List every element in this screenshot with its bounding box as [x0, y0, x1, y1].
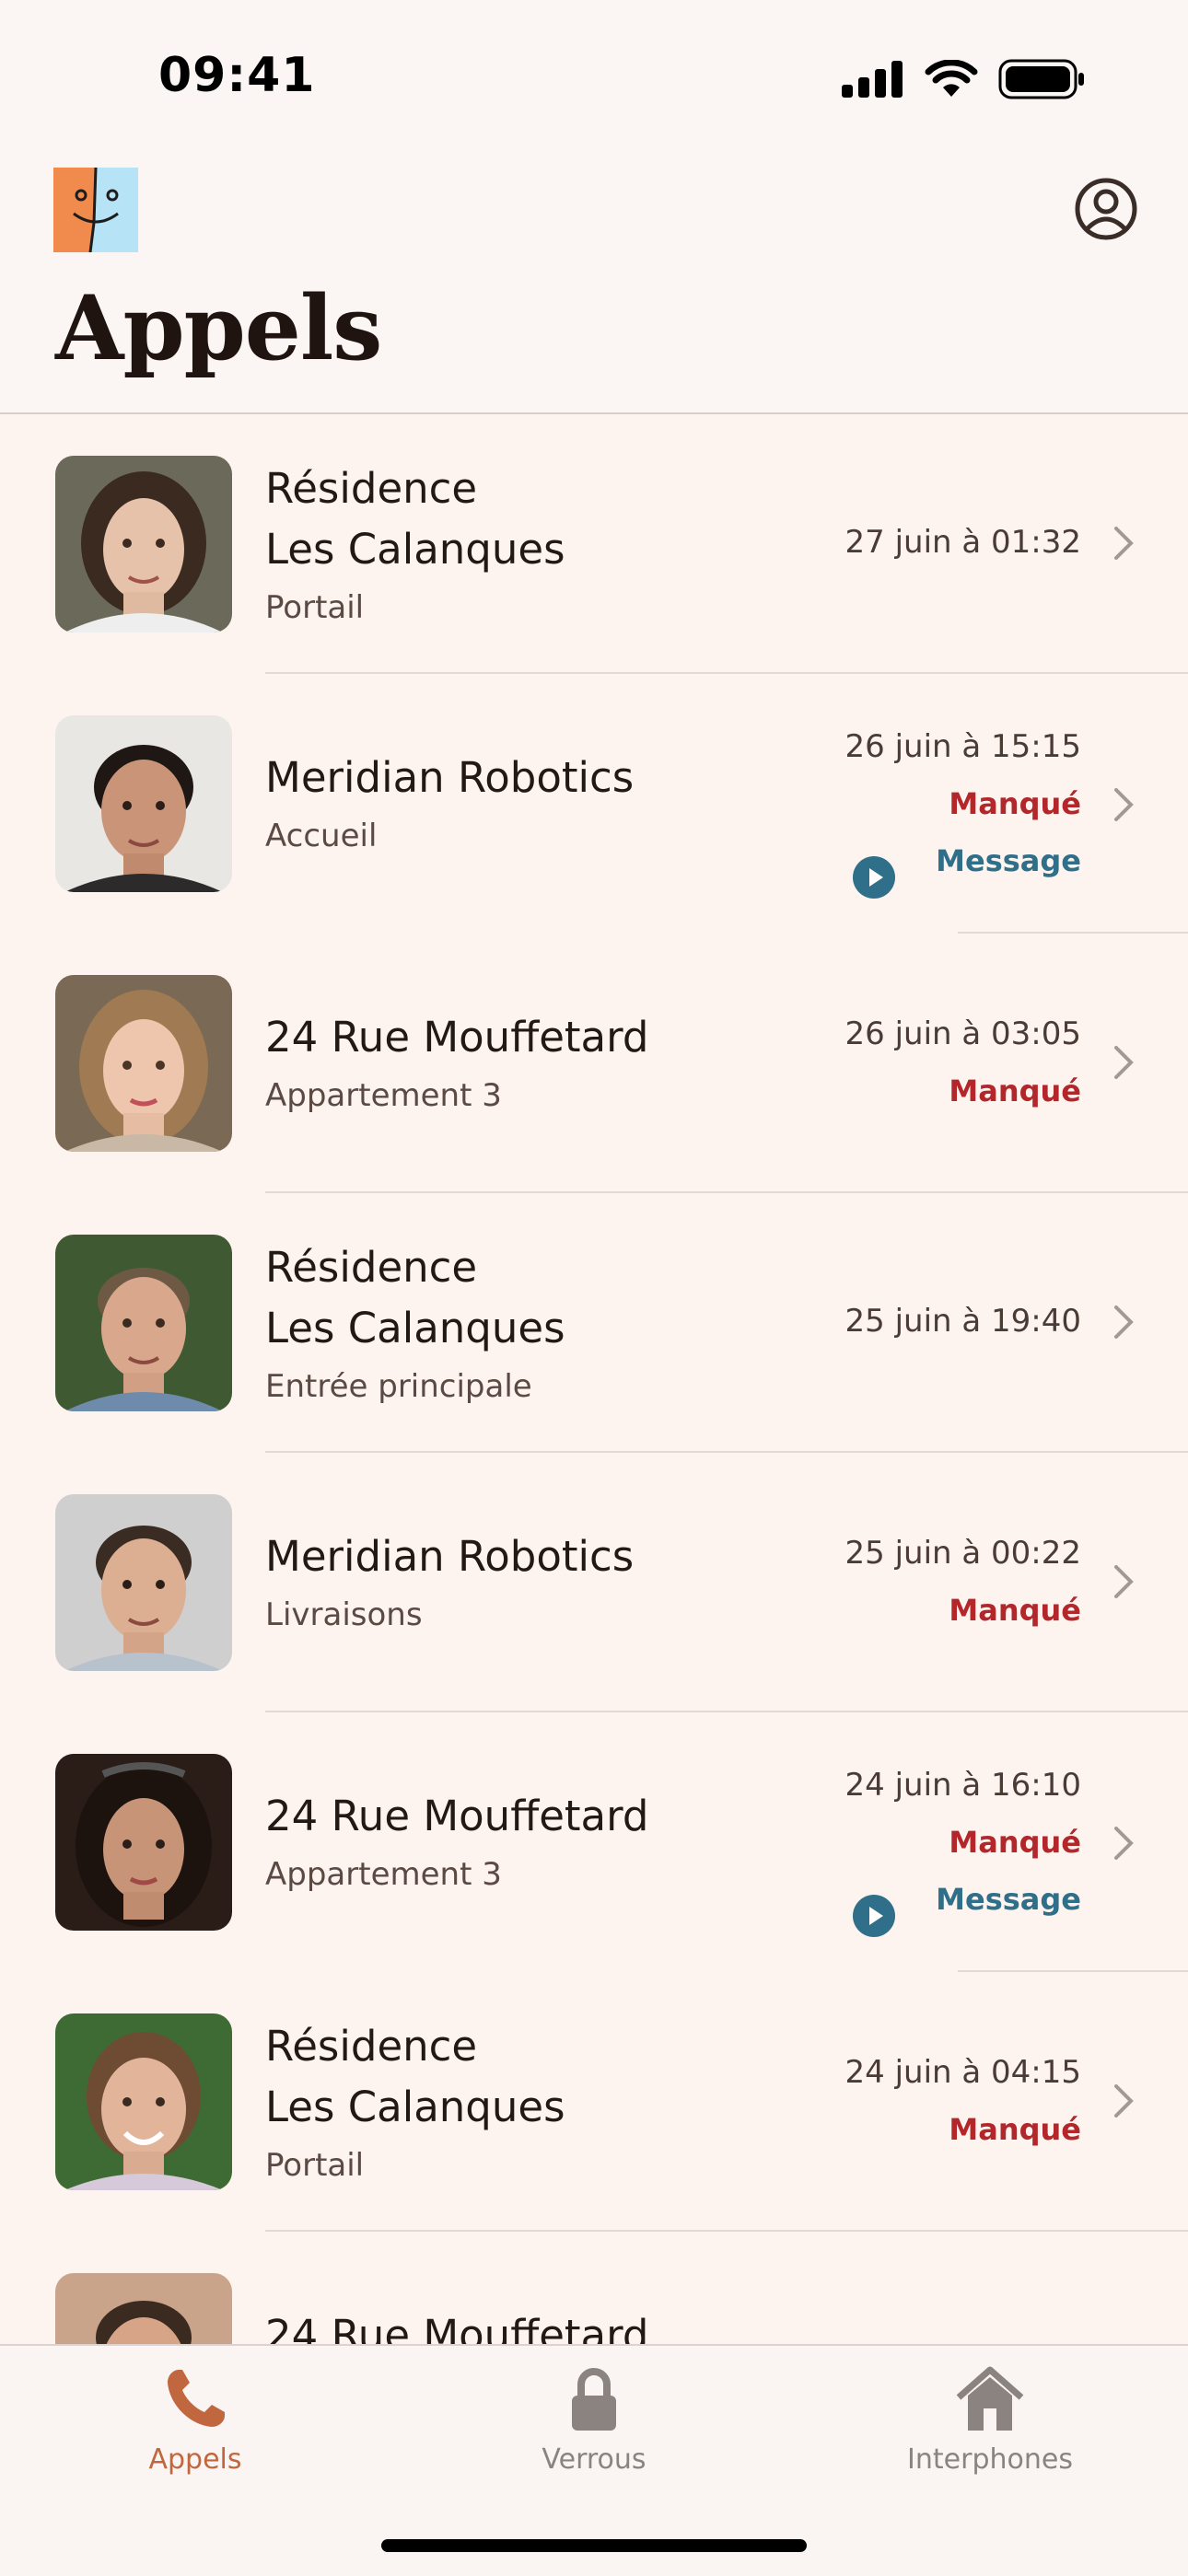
- avatar: [55, 1494, 232, 1671]
- call-row[interactable]: 24 Rue Mouffetard: [0, 2232, 1188, 2344]
- tab-label: Appels: [148, 2443, 242, 2476]
- app-logo-icon: [53, 168, 138, 252]
- tab-label: Verrous: [542, 2443, 646, 2476]
- call-date: 24 juin à 16:10: [844, 1767, 1082, 1804]
- tab-verrous[interactable]: Verrous: [456, 2362, 732, 2476]
- call-date: 27 juin à 01:32: [844, 524, 1082, 561]
- chevron-right-icon: [1114, 788, 1134, 821]
- play-message-icon[interactable]: [853, 856, 895, 899]
- call-name: Meridian Robotics: [265, 1532, 635, 1581]
- call-date: 26 juin à 03:05: [844, 1015, 1082, 1052]
- avatar: [55, 715, 232, 892]
- status-icons: [842, 59, 1085, 99]
- home-indicator: [381, 2539, 807, 2552]
- missed-status: Manqué: [949, 1825, 1081, 1860]
- cellular-signal-icon: [842, 61, 903, 98]
- status-bar: 09:41: [0, 0, 1188, 157]
- call-row[interactable]: Meridian Robotics Livraisons 25 juin à 0…: [0, 1453, 1188, 1712]
- play-message-icon[interactable]: [853, 1895, 895, 1937]
- call-row[interactable]: Résidence Les Calanques Entrée principal…: [0, 1193, 1188, 1453]
- call-name: Résidence: [265, 2022, 478, 2071]
- lock-icon: [572, 2368, 616, 2431]
- avatar: [55, 2273, 232, 2344]
- call-row[interactable]: 24 Rue Mouffetard Appartement 3 24 juin …: [0, 1712, 1188, 1972]
- tab-appels[interactable]: Appels: [57, 2362, 333, 2476]
- call-row[interactable]: 24 Rue Mouffetard Appartement 3 26 juin …: [0, 934, 1188, 1193]
- header: Appels: [0, 157, 1188, 414]
- chevron-right-icon: [1114, 2084, 1134, 2118]
- missed-status: Manqué: [949, 2112, 1081, 2147]
- phone-icon: [168, 2370, 225, 2427]
- call-name: 24 Rue Mouffetard: [265, 2311, 649, 2344]
- avatar: [55, 1754, 232, 1931]
- avatar: [55, 1235, 232, 1411]
- call-name: Meridian Robotics: [265, 753, 635, 802]
- status-time: 09:41: [158, 48, 316, 103]
- call-name-line2: Les Calanques: [265, 525, 565, 574]
- call-name-line2: Les Calanques: [265, 1304, 565, 1352]
- missed-status: Manqué: [949, 1593, 1081, 1628]
- tab-label: Interphones: [907, 2443, 1073, 2476]
- missed-status: Manqué: [949, 1073, 1081, 1108]
- call-date: 26 juin à 15:15: [844, 728, 1082, 765]
- call-name: Résidence: [265, 464, 478, 513]
- call-location: Livraisons: [265, 1596, 423, 1633]
- call-location: Appartement 3: [265, 1856, 502, 1893]
- call-location: Appartement 3: [265, 1077, 502, 1114]
- account-icon[interactable]: [1074, 177, 1138, 241]
- call-date: 24 juin à 04:15: [844, 2054, 1082, 2091]
- missed-status: Manqué: [949, 786, 1081, 821]
- tab-interphones[interactable]: Interphones: [852, 2362, 1128, 2476]
- chevron-right-icon: [1114, 1046, 1134, 1079]
- call-name: 24 Rue Mouffetard: [265, 1013, 649, 1062]
- call-location: Entrée principale: [265, 1368, 532, 1405]
- call-row[interactable]: Résidence Les Calanques Portail 27 juin …: [0, 414, 1188, 674]
- battery-icon: [998, 59, 1084, 99]
- call-location: Accueil: [265, 818, 378, 854]
- call-name-line2: Les Calanques: [265, 2083, 565, 2131]
- chevron-right-icon: [1114, 1827, 1134, 1860]
- call-row[interactable]: Meridian Robotics Accueil 26 juin à 15:1…: [0, 674, 1188, 934]
- avatar: [55, 2013, 232, 2190]
- house-icon: [956, 2366, 1024, 2431]
- call-date: 25 juin à 19:40: [844, 1303, 1082, 1340]
- avatar: [55, 456, 232, 632]
- avatar: [55, 975, 232, 1152]
- call-location: Portail: [265, 589, 365, 626]
- call-row[interactable]: Résidence Les Calanques Portail 24 juin …: [0, 1972, 1188, 2232]
- call-name: Résidence: [265, 1243, 478, 1292]
- wifi-icon: [925, 60, 978, 97]
- call-location: Portail: [265, 2147, 365, 2184]
- call-list: Résidence Les Calanques Portail 27 juin …: [0, 414, 1188, 2344]
- page-title: Appels: [55, 276, 382, 380]
- call-name: 24 Rue Mouffetard: [265, 1792, 649, 1840]
- chevron-right-icon: [1114, 1305, 1134, 1339]
- chevron-right-icon: [1114, 527, 1134, 560]
- chevron-right-icon: [1114, 1565, 1134, 1598]
- call-date: 25 juin à 00:22: [844, 1535, 1082, 1572]
